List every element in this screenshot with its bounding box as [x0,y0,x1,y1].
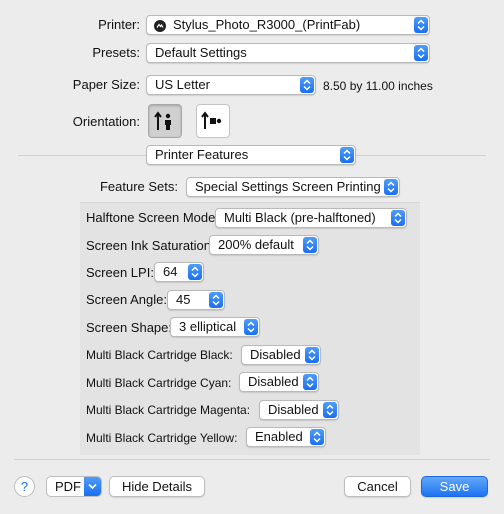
chevron-updown-icon [384,179,398,195]
lpi-select[interactable]: 64 [154,262,204,282]
shape-label: Screen Shape: [86,320,173,335]
chevron-updown-icon [310,429,324,445]
feature-sets-label: Feature Sets: [99,179,178,194]
printer-label: Printer: [98,17,140,32]
chevron-updown-icon [188,264,202,280]
cart-magenta-value: Disabled [268,402,319,417]
presets-value: Default Settings [155,45,247,60]
cart-yellow-label: Multi Black Cartridge Yellow: [86,431,238,445]
section-value: Printer Features [155,147,249,162]
portrait-icon [154,111,171,130]
chevron-updown-icon [391,210,405,226]
cart-cyan-label: Multi Black Cartridge Cyan: [86,376,232,390]
orientation-portrait-button[interactable] [148,104,182,138]
shape-select[interactable]: 3 elliptical [170,317,260,337]
cart-yellow-select[interactable]: Enabled [246,427,326,447]
lpi-value: 64 [163,264,178,279]
chevron-updown-icon [414,17,428,33]
chevron-updown-icon [209,292,223,308]
paper-size-value: US Letter [155,77,210,92]
divider [14,459,490,460]
chevron-updown-icon [305,347,319,363]
ink-saturation-value: 200% default [218,237,294,252]
paper-size-select[interactable]: US Letter [146,75,316,95]
presets-select[interactable]: Default Settings [146,43,430,63]
chevron-updown-icon [300,77,314,93]
chevron-updown-icon [303,237,317,253]
halftone-mode-value: Multi Black (pre-halftoned) [224,210,376,225]
angle-value: 45 [176,292,191,307]
halftone-mode-select[interactable]: Multi Black (pre-halftoned) [215,208,407,228]
printer-select[interactable]: Stylus_Photo_R3000_(PrintFab) [146,15,430,35]
cart-yellow-value: Enabled [255,429,303,444]
chevron-updown-icon [303,374,317,390]
angle-label: Screen Angle: [86,292,167,307]
feature-sets-select[interactable]: Special Settings Screen Printing [186,177,400,197]
cancel-button[interactable]: Cancel [344,476,411,497]
cart-black-value: Disabled [250,347,301,362]
section-select[interactable]: Printer Features [146,145,356,165]
cart-black-select[interactable]: Disabled [241,345,321,365]
lpi-label: Screen LPI: [86,265,154,280]
shape-value: 3 elliptical [179,319,237,334]
cart-black-label: Multi Black Cartridge Black: [86,348,233,362]
save-button[interactable]: Save [421,476,488,497]
cart-cyan-value: Disabled [248,374,299,389]
ink-saturation-label: Screen Ink Saturation: [86,238,215,253]
chevron-updown-icon [414,45,428,61]
paper-size-label: Paper Size: [72,77,140,92]
orientation-landscape-button[interactable] [196,104,230,138]
presets-label: Presets: [92,45,140,60]
help-button[interactable]: ? [14,476,35,497]
hide-details-button[interactable]: Hide Details [109,476,205,497]
halftone-mode-label: Halftone Screen Mode: [86,210,219,225]
orientation-label: Orientation: [72,114,140,129]
chevron-updown-icon [323,402,337,418]
chevron-updown-icon [244,319,258,335]
printer-value: Stylus_Photo_R3000_(PrintFab) [173,17,361,32]
ink-saturation-select[interactable]: 200% default [209,235,319,255]
cart-magenta-select[interactable]: Disabled [259,400,339,420]
pdf-menu-button[interactable]: PDF [46,476,102,497]
feature-sets-value: Special Settings Screen Printing [195,179,381,194]
printer-badge-icon [154,19,166,34]
pdf-label: PDF [55,479,81,494]
cart-cyan-select[interactable]: Disabled [239,372,319,392]
chevron-down-icon [84,477,101,496]
paper-dimensions: 8.50 by 11.00 inches [323,79,433,93]
chevron-updown-icon [340,147,354,163]
landscape-icon [201,111,222,129]
angle-select[interactable]: 45 [167,290,225,310]
cart-magenta-label: Multi Black Cartridge Magenta: [86,403,251,417]
